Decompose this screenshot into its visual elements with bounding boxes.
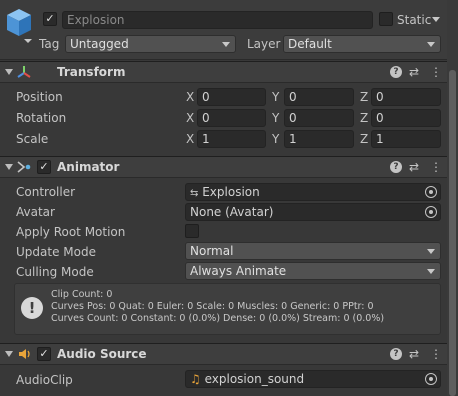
scale-label: Scale xyxy=(16,132,49,146)
tag-label: Tag xyxy=(39,37,60,51)
update-mode-value: Normal xyxy=(190,244,234,258)
context-menu-icon[interactable]: ⋮ xyxy=(430,65,442,79)
rotation-x-field[interactable]: 0 xyxy=(197,109,266,127)
transform-title: Transform xyxy=(57,65,126,79)
object-picker-icon[interactable] xyxy=(425,186,437,198)
tag-dropdown-arrow-icon xyxy=(222,42,230,47)
layer-dropdown-arrow-icon xyxy=(427,42,435,47)
scrollbar-thumb[interactable] xyxy=(449,70,456,396)
scale-x-field[interactable]: 1 xyxy=(197,130,266,148)
context-menu-icon[interactable]: ⋮ xyxy=(430,347,442,361)
audioclip-field[interactable]: ♫ explosion_sound xyxy=(185,370,441,388)
tag-value: Untagged xyxy=(70,37,129,51)
position-x-axis-label[interactable]: X xyxy=(186,89,194,105)
update-mode-label: Update Mode xyxy=(16,245,96,259)
apply-root-motion-checkbox[interactable] xyxy=(185,224,199,238)
rotation-label: Rotation xyxy=(16,111,67,125)
static-dropdown-arrow-icon[interactable] xyxy=(432,17,440,22)
info-curves-count: Curves Count: 0 Constant: 0 (0.0%) Dense… xyxy=(51,313,385,324)
animator-icon xyxy=(16,160,32,174)
controller-field[interactable]: ⇆ Explosion xyxy=(185,183,441,201)
position-y-axis-label[interactable]: Y xyxy=(272,89,279,105)
culling-mode-dropdown[interactable]: Always Animate xyxy=(185,262,441,280)
presets-icon[interactable]: ⇄ xyxy=(409,160,419,174)
avatar-label: Avatar xyxy=(16,205,55,219)
audio-source-enabled-checkbox[interactable]: ✓ xyxy=(37,347,51,361)
transform-icon xyxy=(16,65,32,79)
position-label: Position xyxy=(16,90,63,104)
position-z-axis-label[interactable]: Z xyxy=(360,89,368,105)
info-clip-count: Clip Count: 0 xyxy=(51,289,113,300)
transform-header[interactable]: Transform ? ⇄ ⋮ xyxy=(0,61,447,83)
apply-root-motion-label: Apply Root Motion xyxy=(16,225,126,239)
culling-mode-value: Always Animate xyxy=(190,264,287,278)
avatar-field[interactable]: None (Avatar) xyxy=(185,203,441,221)
animator-enabled-checkbox[interactable]: ✓ xyxy=(37,160,51,174)
update-mode-dropdown[interactable]: Normal xyxy=(185,242,441,260)
rotation-z-axis-label[interactable]: Z xyxy=(360,110,368,126)
position-y-field[interactable]: 0 xyxy=(284,88,354,106)
audioclip-label: AudioClip xyxy=(16,373,73,387)
rotation-z-field[interactable]: 0 xyxy=(371,109,441,127)
audio-clip-icon: ♫ xyxy=(190,372,201,386)
transform-foldout-icon[interactable] xyxy=(5,69,13,75)
speaker-icon xyxy=(17,347,33,361)
gameobject-header: ✓ Explosion Static Tag Untagged Layer De… xyxy=(0,0,447,60)
audio-source-header[interactable]: ✓ Audio Source ? ⇄ ⋮ xyxy=(0,343,447,365)
info-curves: Curves Pos: 0 Quat: 0 Euler: 0 Scale: 0 … xyxy=(51,301,374,312)
avatar-value: None (Avatar) xyxy=(190,205,274,219)
layer-dropdown[interactable]: Default xyxy=(283,35,441,53)
animator-foldout-icon[interactable] xyxy=(5,164,13,170)
rotation-y-axis-label[interactable]: Y xyxy=(272,110,279,126)
scale-z-axis-label[interactable]: Z xyxy=(360,131,368,147)
object-picker-icon[interactable] xyxy=(425,373,437,385)
help-icon[interactable]: ? xyxy=(390,161,402,173)
animator-title: Animator xyxy=(57,160,120,174)
culling-mode-arrow-icon xyxy=(427,269,435,274)
tag-dropdown[interactable]: Untagged xyxy=(65,35,236,53)
layer-label: Layer xyxy=(247,37,281,51)
gameobject-cube-icon[interactable] xyxy=(4,6,34,46)
update-mode-arrow-icon xyxy=(427,249,435,254)
audio-source-title: Audio Source xyxy=(57,347,147,361)
gameobject-name-field[interactable]: Explosion xyxy=(62,11,373,29)
layer-value: Default xyxy=(288,37,332,51)
animator-info-box: ! Clip Count: 0 Curves Pos: 0 Quat: 0 Eu… xyxy=(14,283,441,335)
static-label[interactable]: Static xyxy=(397,12,431,28)
rotation-x-axis-label[interactable]: X xyxy=(186,110,194,126)
rotation-y-field[interactable]: 0 xyxy=(284,109,354,127)
scale-y-field[interactable]: 1 xyxy=(284,130,354,148)
controller-label: Controller xyxy=(16,185,76,199)
controller-value: Explosion xyxy=(202,185,260,199)
scale-x-axis-label[interactable]: X xyxy=(186,131,194,147)
presets-icon[interactable]: ⇄ xyxy=(409,65,419,79)
scale-y-axis-label[interactable]: Y xyxy=(272,131,279,147)
help-icon[interactable]: ? xyxy=(390,66,402,78)
info-icon: ! xyxy=(21,297,43,319)
scale-z-field[interactable]: 1 xyxy=(371,130,441,148)
position-z-field[interactable]: 0 xyxy=(371,88,441,106)
object-picker-icon[interactable] xyxy=(425,206,437,218)
context-menu-icon[interactable]: ⋮ xyxy=(430,160,442,174)
audioclip-value: explosion_sound xyxy=(204,372,305,386)
static-checkbox[interactable] xyxy=(379,12,393,26)
culling-mode-label: Culling Mode xyxy=(16,265,94,279)
position-x-field[interactable]: 0 xyxy=(197,88,266,106)
presets-icon[interactable]: ⇄ xyxy=(409,347,419,361)
animator-header[interactable]: ✓ Animator ? ⇄ ⋮ xyxy=(0,156,447,178)
gameobject-active-checkbox[interactable]: ✓ xyxy=(43,12,57,26)
animator-controller-icon: ⇆ xyxy=(190,188,199,199)
audio-source-foldout-icon[interactable] xyxy=(5,351,13,357)
help-icon[interactable]: ? xyxy=(390,348,402,360)
